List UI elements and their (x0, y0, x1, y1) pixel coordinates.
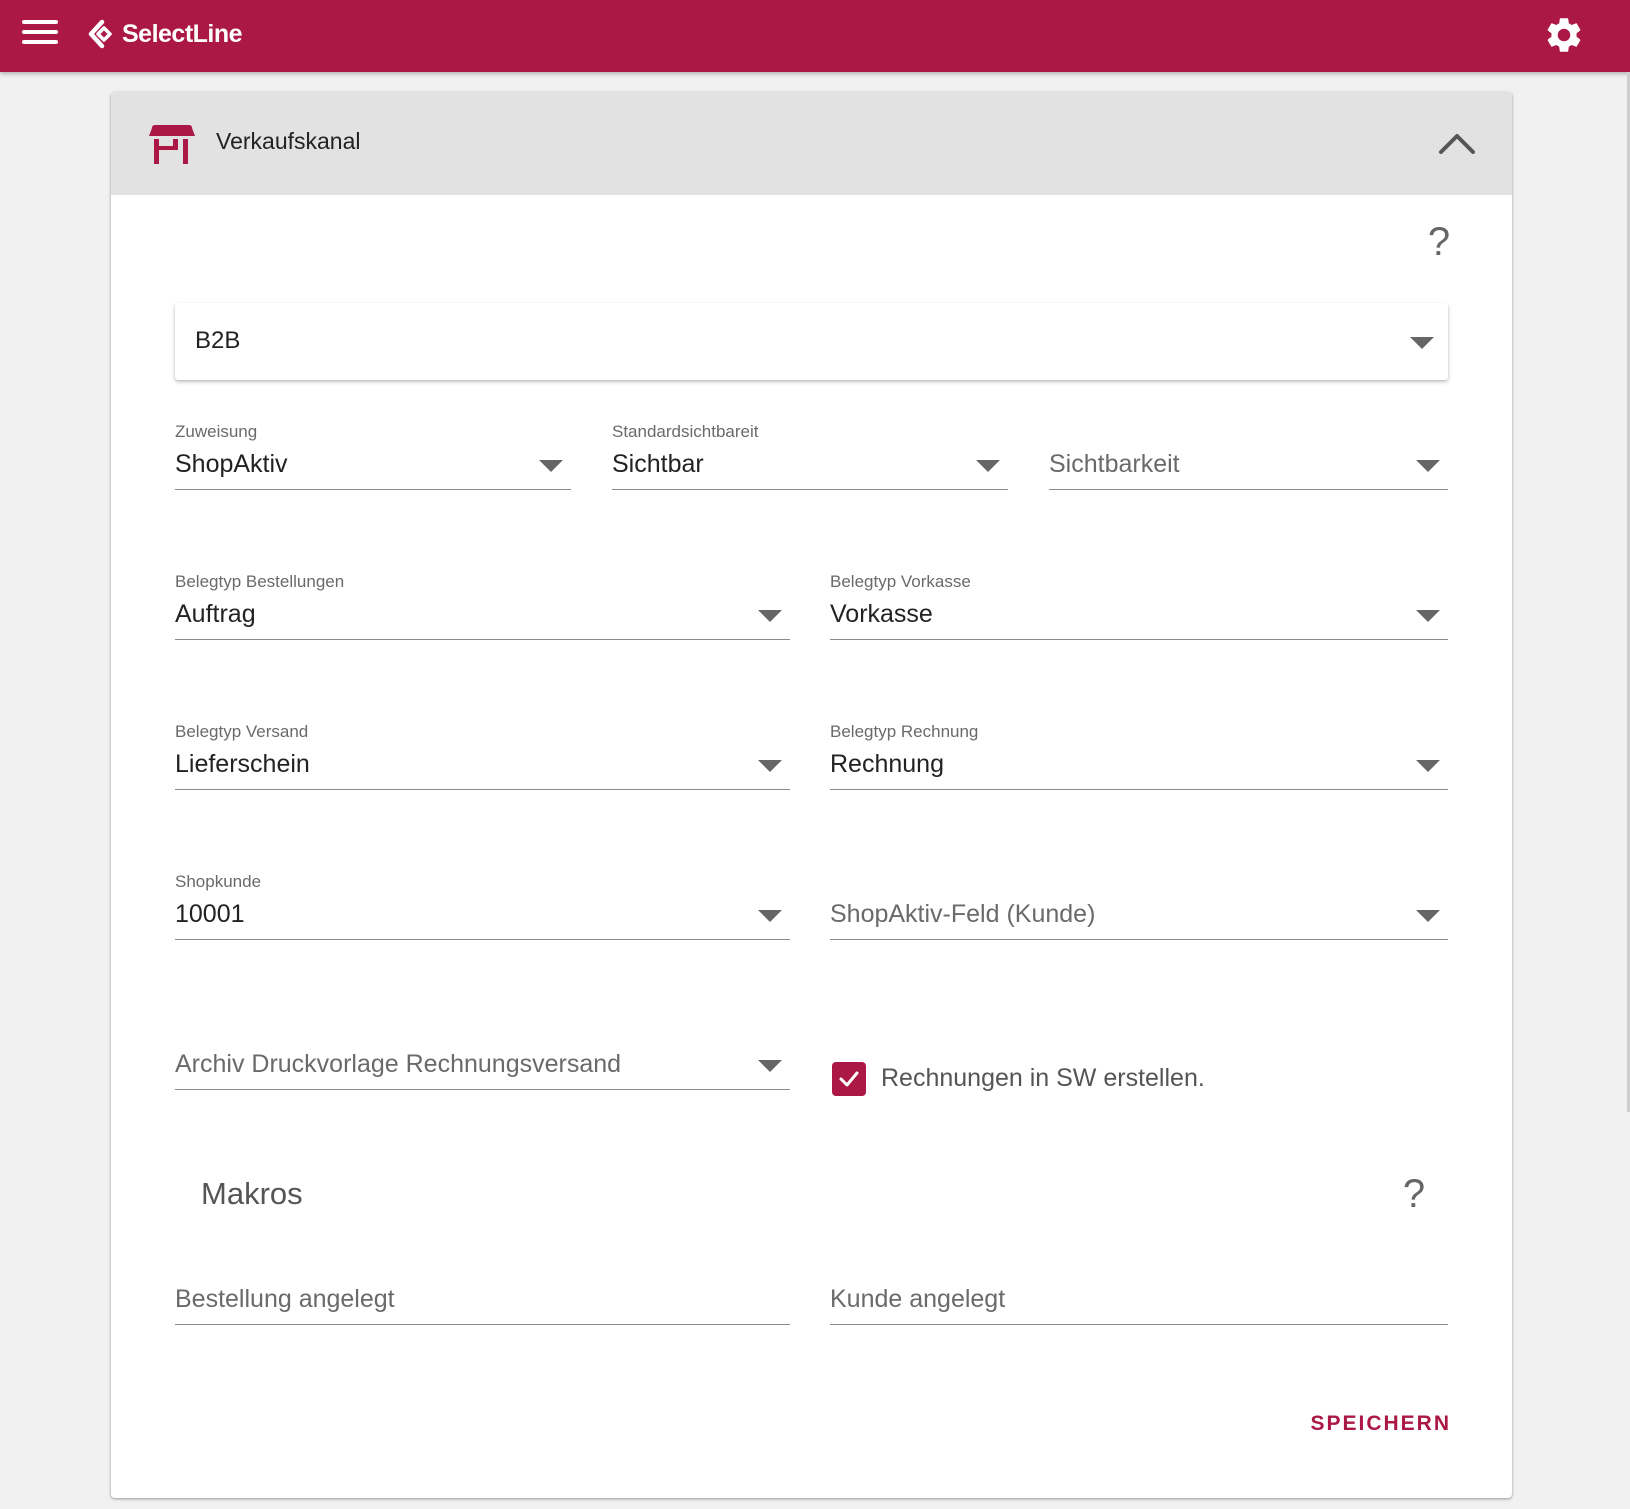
field-label: Belegtyp Vorkasse (830, 572, 971, 591)
bestellung-angelegt-input[interactable]: Bestellung angelegt (175, 1265, 790, 1325)
field-label: Shopkunde (175, 872, 262, 891)
field-label: Standardsichtbareit (612, 422, 759, 441)
caret-down-icon (758, 610, 782, 622)
help-icon[interactable]: ? (1421, 220, 1457, 264)
caret-down-icon (1416, 460, 1440, 472)
field-placeholder: Bestellung angelegt (175, 1285, 395, 1313)
field-label: Belegtyp Versand (175, 722, 309, 741)
belegtyp-rechnung-select[interactable]: Belegtyp Rechnung Rechnung (830, 720, 1448, 790)
caret-down-icon (539, 460, 563, 472)
sales-channel-value: B2B (195, 327, 241, 354)
field-label: Zuweisung (175, 422, 258, 441)
sales-channel-select[interactable]: B2B (175, 303, 1448, 380)
selectline-logo-icon (88, 19, 112, 49)
caret-down-icon (758, 760, 782, 772)
store-icon (149, 125, 195, 164)
field-value: Rechnung (830, 750, 944, 778)
gear-icon[interactable] (1543, 14, 1585, 56)
field-label: Belegtyp Rechnung (830, 722, 979, 741)
chevron-up-icon[interactable] (1437, 126, 1477, 162)
field-placeholder: ShopAktiv-Feld (Kunde) (830, 900, 1096, 928)
brand-name: SelectLine (122, 19, 243, 48)
field-value: Auftrag (175, 600, 256, 628)
checkbox-label: Rechnungen in SW erstellen. (881, 1064, 1205, 1092)
belegtyp-bestellungen-select[interactable]: Belegtyp Bestellungen Auftrag (175, 570, 790, 640)
shopkunde-select[interactable]: Shopkunde 10001 (175, 870, 790, 940)
caret-down-icon (758, 910, 782, 922)
top-app-bar: SelectLine (0, 0, 1630, 72)
field-placeholder: Sichtbarkeit (1049, 450, 1180, 478)
field-value: Sichtbar (612, 450, 704, 478)
caret-down-icon (758, 1060, 782, 1072)
field-value: ShopAktiv (175, 450, 288, 478)
menu-icon[interactable] (22, 16, 58, 52)
help-icon[interactable]: ? (1396, 1172, 1432, 1216)
field-placeholder: Kunde angelegt (830, 1285, 1006, 1313)
brand-logo[interactable]: SelectLine (88, 14, 243, 54)
caret-down-icon (1416, 760, 1440, 772)
kunde-angelegt-input[interactable]: Kunde angelegt (830, 1265, 1448, 1325)
field-value: 10001 (175, 900, 245, 928)
sichtbarkeit-select[interactable]: Sichtbarkeit (1049, 420, 1448, 490)
panel-title: Verkaufskanal (216, 128, 361, 154)
field-label: Belegtyp Bestellungen (175, 572, 345, 591)
field-placeholder: Archiv Druckvorlage Rechnungsversand (175, 1050, 622, 1078)
caret-down-icon (1416, 610, 1440, 622)
caret-down-icon (1416, 910, 1440, 922)
caret-down-icon (1410, 337, 1434, 349)
panel-header[interactable]: Verkaufskanal (111, 92, 1512, 195)
checkmark-icon (839, 1071, 859, 1087)
rechnungen-in-sw-checkbox[interactable] (832, 1062, 866, 1096)
makros-heading: Makros (201, 1176, 303, 1211)
zuweisung-select[interactable]: Zuweisung ShopAktiv (175, 420, 571, 490)
belegtyp-versand-select[interactable]: Belegtyp Versand Lieferschein (175, 720, 790, 790)
archiv-druckvorlage-select[interactable]: Archiv Druckvorlage Rechnungsversand (175, 1020, 790, 1090)
caret-down-icon (976, 460, 1000, 472)
field-value: Vorkasse (830, 600, 933, 628)
belegtyp-vorkasse-select[interactable]: Belegtyp Vorkasse Vorkasse (830, 570, 1448, 640)
verkaufskanal-panel: Verkaufskanal ? B2B Zuweisung ShopAktiv … (111, 92, 1512, 1498)
save-button[interactable]: SPEICHERN (1301, 1402, 1451, 1446)
standardsichtbarkeit-select[interactable]: Standardsichtbareit Sichtbar (612, 420, 1008, 490)
field-value: Lieferschein (175, 750, 310, 778)
shopaktiv-feld-select[interactable]: ShopAktiv-Feld (Kunde) (830, 870, 1448, 940)
